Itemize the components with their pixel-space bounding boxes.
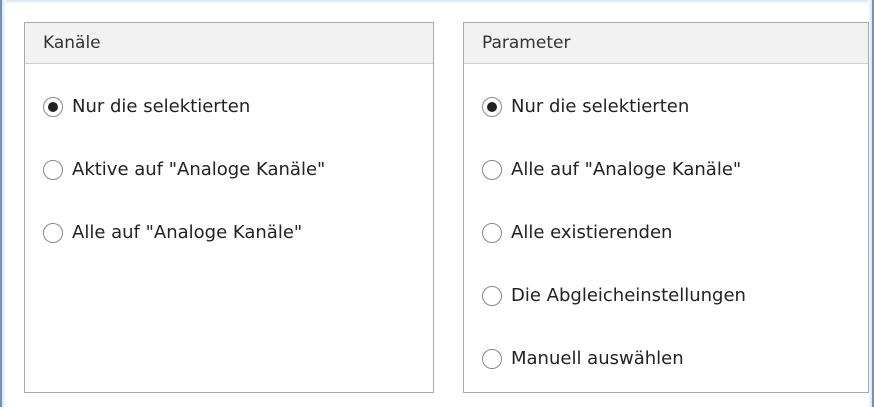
window-frame-left [0,0,6,407]
radio-button-icon[interactable] [43,97,63,117]
kanaele-radio-list: Nur die selektierten Aktive auf "Analoge… [43,95,325,284]
radio-button-icon[interactable] [482,286,502,306]
parameter-group-title: Parameter [464,23,868,64]
radio-dot-icon [48,102,58,112]
radio-label[interactable]: Aktive auf "Analoge Kanäle" [72,158,325,182]
window-frame-top [0,0,874,4]
radio-label[interactable]: Die Abgleicheinstellungen [511,284,746,308]
radio-button-icon[interactable] [43,223,63,243]
kanaele-group-title: Kanäle [25,23,433,64]
parameter-option-nur-selektierte[interactable]: Nur die selektierten [482,95,746,158]
radio-button-icon[interactable] [482,160,502,180]
parameter-group: Parameter Nur die selektierten Alle auf … [463,22,869,393]
kanaele-group: Kanäle Nur die selektierten Aktive auf "… [24,22,434,393]
radio-label[interactable]: Alle existierenden [511,221,672,245]
radio-label[interactable]: Nur die selektierten [72,95,250,119]
radio-button-icon[interactable] [482,97,502,117]
radio-dot-icon [487,102,497,112]
parameter-option-alle-analoge[interactable]: Alle auf "Analoge Kanäle" [482,158,746,221]
radio-label[interactable]: Manuell auswählen [511,347,684,371]
radio-button-icon[interactable] [482,349,502,369]
parameter-option-abgleicheinstellungen[interactable]: Die Abgleicheinstellungen [482,284,746,347]
dialog-window: Kanäle Nur die selektierten Aktive auf "… [0,0,874,407]
radio-label[interactable]: Alle auf "Analoge Kanäle" [511,158,741,182]
parameter-radio-list: Nur die selektierten Alle auf "Analoge K… [482,95,746,410]
kanaele-option-aktive-analoge[interactable]: Aktive auf "Analoge Kanäle" [43,158,325,221]
radio-button-icon[interactable] [43,160,63,180]
kanaele-option-alle-analoge[interactable]: Alle auf "Analoge Kanäle" [43,221,325,284]
parameter-option-manuell-auswaehlen[interactable]: Manuell auswählen [482,347,746,410]
radio-label[interactable]: Nur die selektierten [511,95,689,119]
radio-label[interactable]: Alle auf "Analoge Kanäle" [72,221,302,245]
parameter-option-alle-existierenden[interactable]: Alle existierenden [482,221,746,284]
kanaele-option-nur-selektierte[interactable]: Nur die selektierten [43,95,325,158]
radio-button-icon[interactable] [482,223,502,243]
